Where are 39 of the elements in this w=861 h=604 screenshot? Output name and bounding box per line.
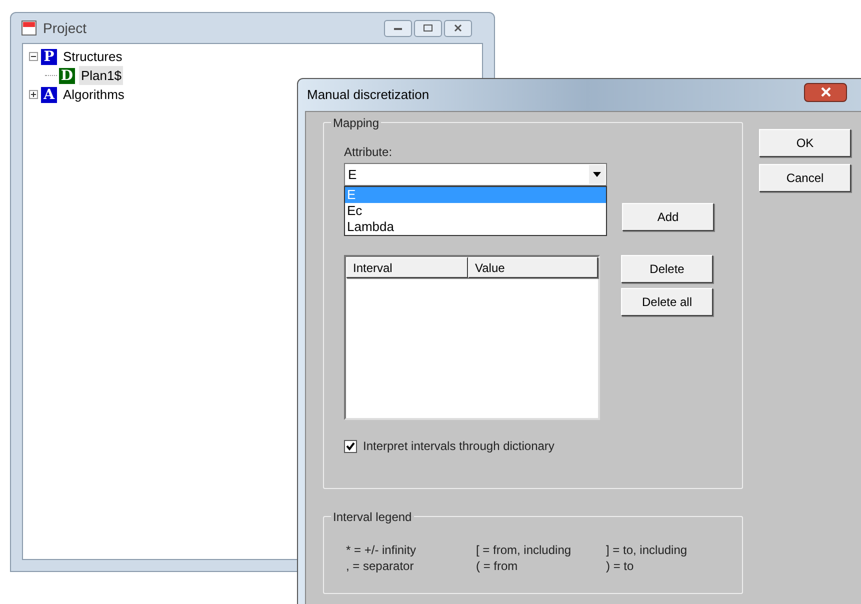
column-header[interactable]: Interval [346, 257, 468, 278]
attribute-dropdown[interactable]: E [344, 163, 607, 186]
caret-icon [589, 165, 605, 184]
minimize-button[interactable] [384, 20, 412, 36]
delete-all-button[interactable]: Delete all [621, 288, 713, 316]
collapse-icon[interactable] [29, 52, 38, 61]
close-button[interactable] [444, 20, 472, 36]
badge-icon: D [59, 68, 75, 84]
checkbox[interactable] [344, 440, 357, 452]
badge-icon: A [41, 86, 57, 102]
column-header[interactable]: Value [468, 257, 598, 278]
dropdown-option[interactable]: Lambda [345, 219, 606, 235]
tree-item[interactable]: Plan1$ [79, 66, 124, 86]
tree-item[interactable]: Algorithms [61, 84, 126, 104]
window-title: Project [43, 18, 87, 38]
legend-text: ( = from [476, 558, 519, 573]
legend-text: , = separator [346, 558, 415, 573]
legend-text: ] = to, including [606, 542, 688, 557]
maximize-icon [423, 24, 433, 32]
tree-item[interactable]: Structures [61, 46, 124, 66]
minimize-icon [393, 25, 403, 31]
legend-text: [ = from, including [476, 542, 572, 557]
cancel-button[interactable]: Cancel [759, 164, 851, 192]
close-button[interactable] [804, 82, 847, 102]
dropdown-option[interactable]: Ec [345, 203, 606, 219]
attribute-label: Attribute: [344, 144, 394, 161]
legend-text: * = +/- infinity [346, 542, 418, 557]
add-button[interactable]: Add [622, 203, 714, 231]
expand-icon[interactable] [29, 90, 38, 99]
badge-icon: P [41, 48, 57, 64]
maximize-button[interactable] [414, 20, 442, 36]
ok-button[interactable]: OK [759, 129, 851, 157]
legend-text: ) = to [606, 558, 634, 573]
close-icon [820, 87, 832, 97]
document-icon [21, 20, 37, 36]
checkbox-label: Interpret intervals through dictionary [363, 438, 554, 455]
delete-button[interactable]: Delete [621, 255, 713, 283]
close-icon [453, 24, 463, 32]
dialog-title: Manual discretization [307, 86, 430, 104]
